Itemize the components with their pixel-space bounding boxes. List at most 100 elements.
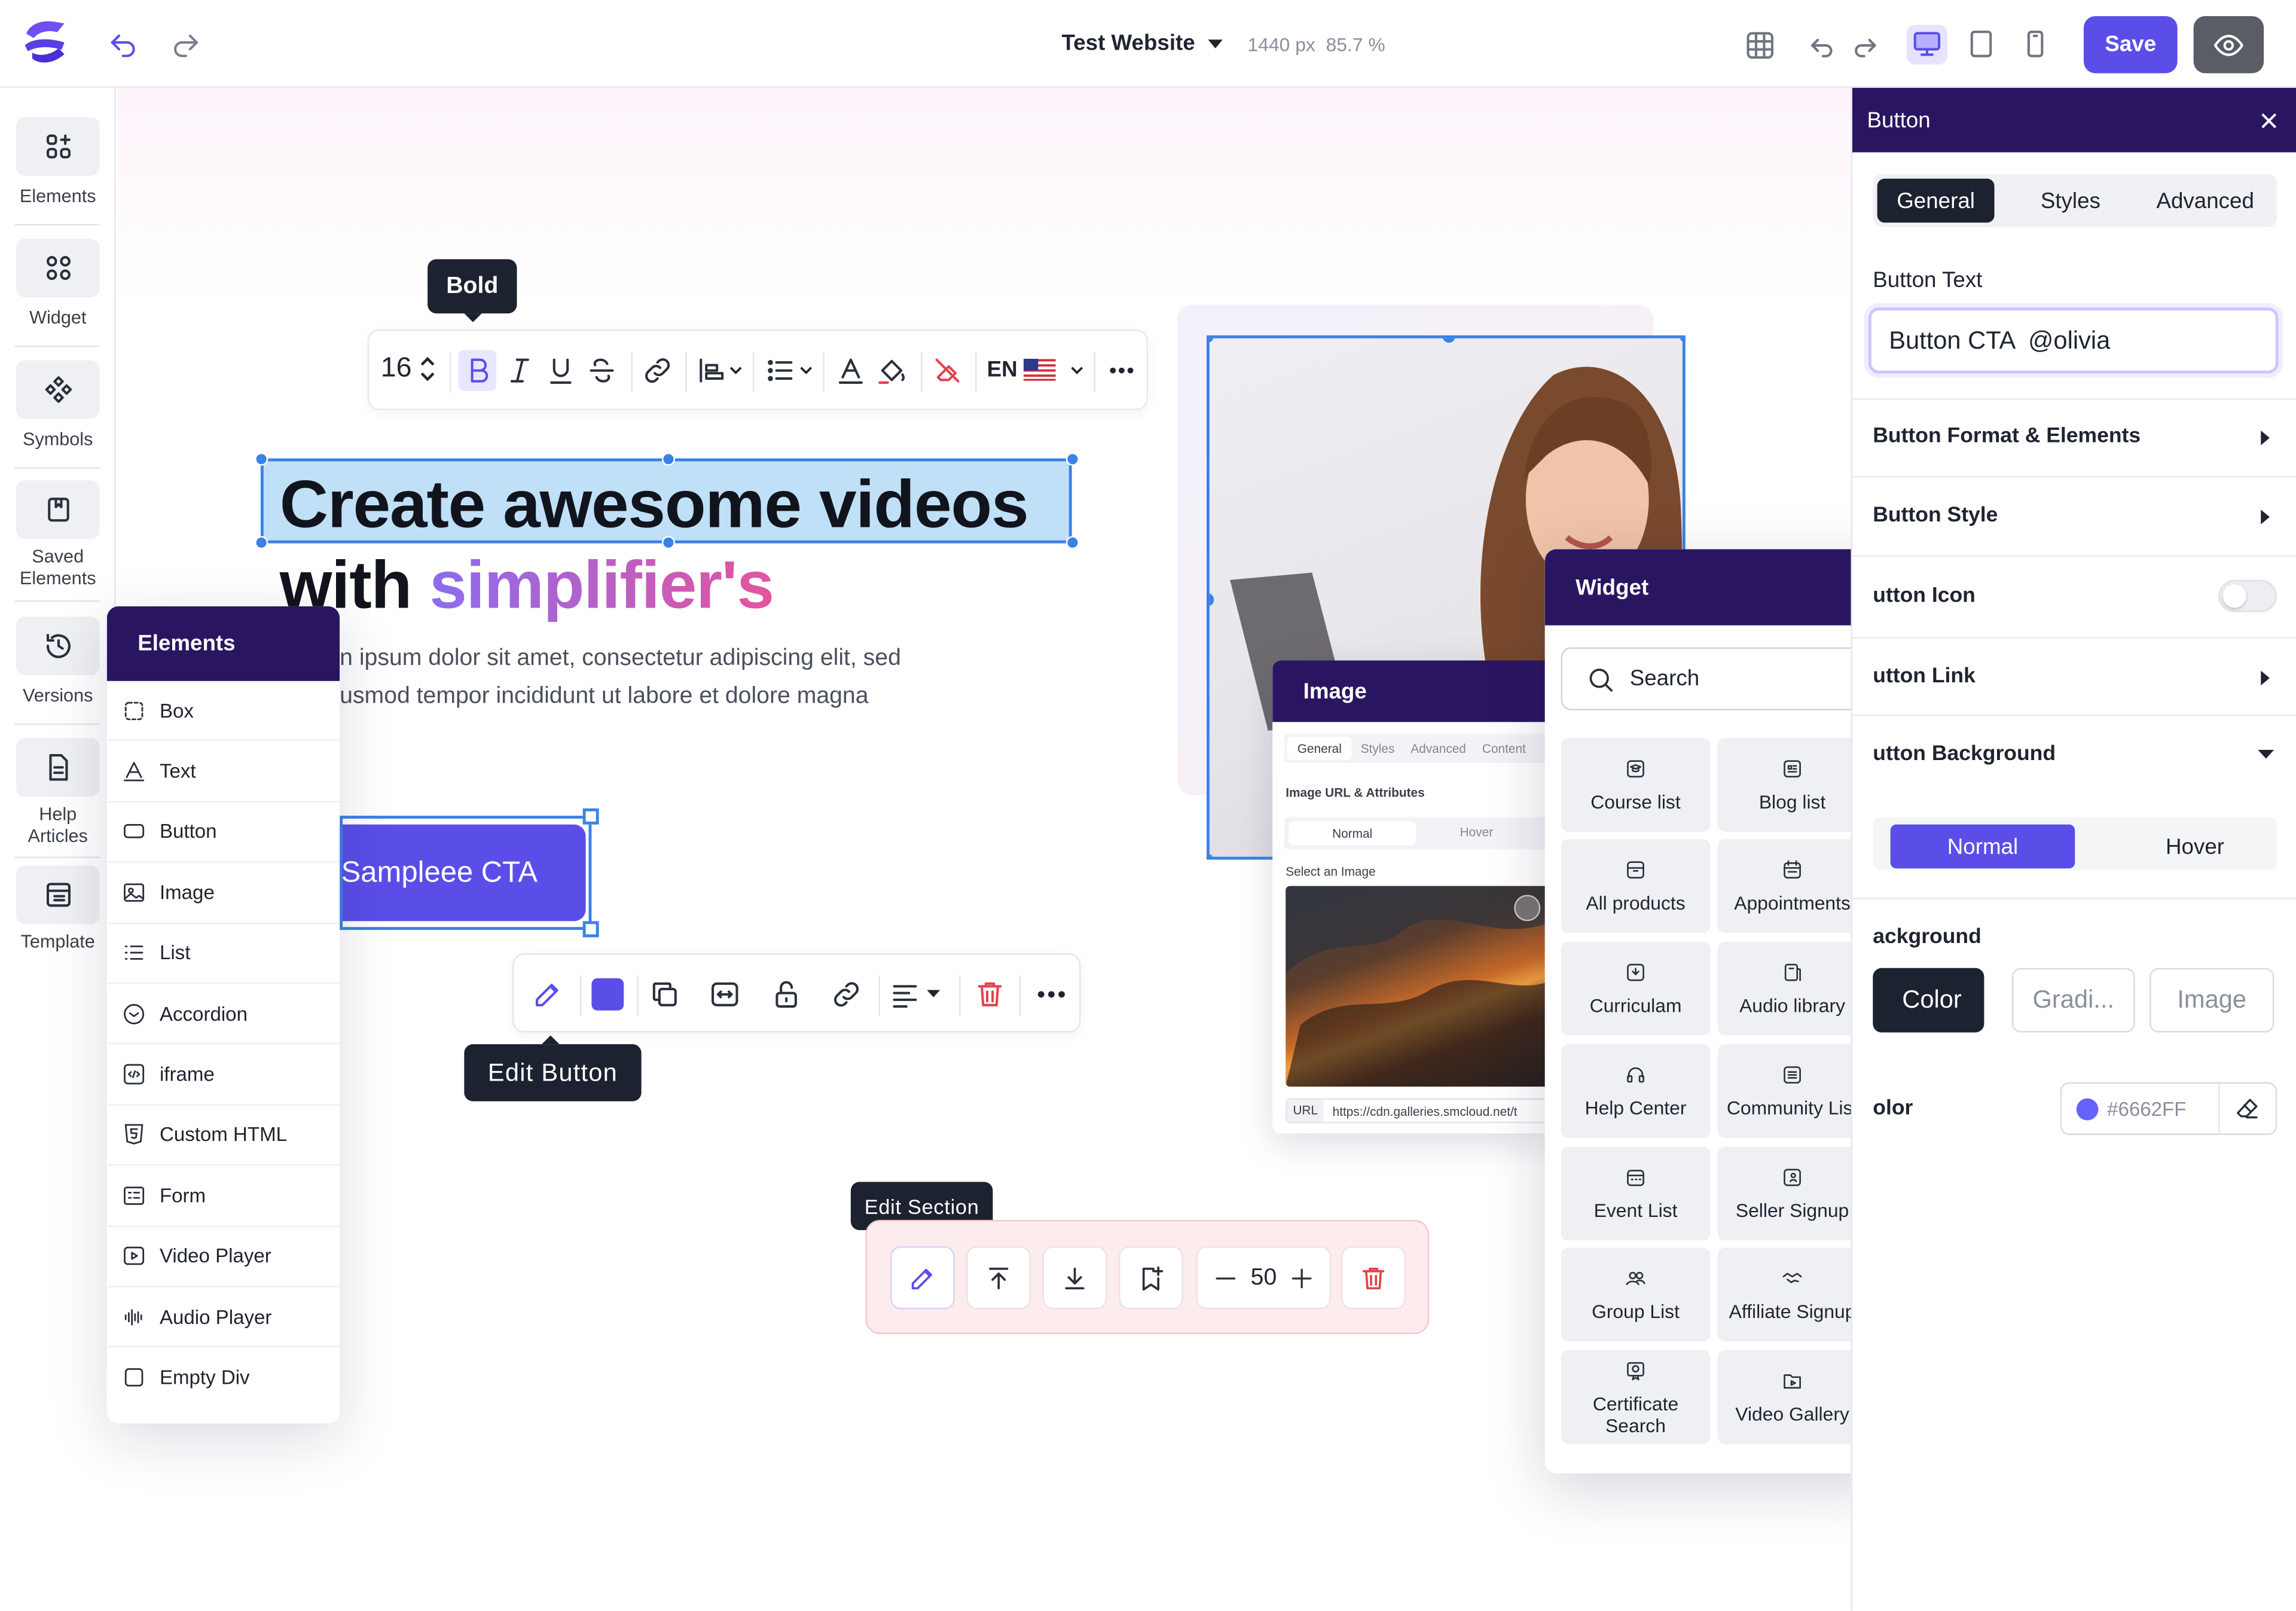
list-icon[interactable] [764,355,796,387]
close-icon[interactable] [2261,113,2277,129]
widget-seller-signup[interactable]: Seller Signup [1717,1146,1867,1241]
tab-content[interactable]: Content [1482,741,1526,755]
tab-general[interactable]: General [1287,736,1352,761]
bg-type-gradient[interactable]: Gradi... [2011,968,2135,1033]
widget-appointments[interactable]: Appointments [1717,839,1867,933]
element-form[interactable]: Form [106,1166,340,1227]
eraser-icon[interactable] [2234,1096,2261,1122]
rail-elements-button[interactable] [16,117,100,176]
state-hover[interactable]: Hover [2122,825,2268,868]
plus-icon[interactable] [1289,1265,1315,1291]
button-text-input[interactable]: Button CTA @olivia [1868,307,2279,374]
tab-styles[interactable]: Styles [2008,179,2134,222]
widget-curriculam[interactable]: Curriculam [1561,941,1711,1036]
element-accordion[interactable]: Accordion [106,984,340,1045]
state-normal[interactable]: Normal [1890,824,2075,869]
widget-all-products[interactable]: All products [1561,839,1711,933]
edit-icon[interactable] [532,978,564,1011]
move-down-button[interactable] [1042,1246,1107,1310]
spacing-stepper[interactable]: 50 [1196,1246,1332,1310]
image-url-field[interactable]: URL https://cdn.galleries.smcloud.net/t [1286,1098,1555,1124]
rail-symbols-button[interactable] [16,360,100,419]
tablet-icon[interactable] [1965,28,1998,60]
headline-line-1[interactable]: Create awesome videos [280,464,1029,543]
clear-format-icon[interactable] [932,355,964,387]
tab-general[interactable]: General [1877,178,1995,223]
close-icon[interactable] [1514,895,1541,922]
paragraph-line-1[interactable]: n ipsum dolor sit amet, consectetur adip… [340,646,901,672]
bg-type-color[interactable]: Color [1873,968,1984,1033]
redo-icon[interactable] [170,26,202,59]
tab-advanced[interactable]: Advanced [1410,741,1466,755]
resize-handle[interactable] [255,452,268,466]
minus-icon[interactable] [1213,1265,1239,1291]
font-size-stepper-icon[interactable] [419,355,436,384]
unlock-icon[interactable] [770,978,802,1011]
chevron-right-icon[interactable] [2261,509,2270,524]
redo-icon[interactable] [1848,29,1880,62]
site-name[interactable]: Test Website [1062,30,1195,56]
tab-styles[interactable]: Styles [1361,741,1395,755]
element-image[interactable]: Image [106,863,340,924]
color-swatch[interactable] [591,978,624,1011]
grid-icon[interactable] [1744,29,1776,62]
element-button[interactable]: Button [106,803,340,863]
section-format-elements[interactable]: Button Format & Elements [1873,425,2141,448]
widget-search-input[interactable]: Search [1561,647,1873,710]
widget-event-list[interactable]: Event List [1561,1146,1711,1241]
widget-help-center[interactable]: Help Center [1561,1044,1711,1138]
chevron-down-icon[interactable] [2258,749,2274,760]
color-input[interactable]: #6662FF [2060,1082,2277,1135]
widget-video-gallery[interactable]: Video Gallery [1717,1350,1867,1444]
strikethrough-icon[interactable] [586,355,618,387]
logo-icon[interactable] [20,14,73,70]
state-hover[interactable]: Hover [1460,825,1494,839]
headline-line-2[interactable]: with simplifier's [280,545,774,624]
chevron-down-icon[interactable] [927,990,941,999]
section-button-style[interactable]: Button Style [1873,504,1998,527]
resize-handle[interactable] [255,536,268,550]
widget-course-list[interactable]: Course list [1561,738,1711,832]
duplicate-icon[interactable] [649,978,681,1011]
widget-certificate-search[interactable]: Certificate Search [1561,1350,1711,1444]
chevron-down-icon[interactable] [1208,39,1223,50]
bold-icon[interactable] [463,355,495,387]
state-normal[interactable]: Normal [1289,821,1416,846]
italic-icon[interactable] [503,355,536,387]
widget-community-list[interactable]: Community List [1717,1044,1867,1138]
preview-button[interactable] [2193,16,2264,74]
move-up-button[interactable] [966,1246,1031,1310]
widget-audio-library[interactable]: Audio library [1717,941,1867,1036]
button-icon-toggle[interactable] [2218,579,2277,612]
widget-affiliate-signup[interactable]: Affiliate Signup [1717,1247,1867,1342]
chevron-down-icon[interactable] [799,366,813,375]
language-code[interactable]: EN [987,358,1018,383]
font-size-value[interactable]: 16 [381,353,412,385]
save-button[interactable]: Save [2083,16,2178,74]
tab-advanced[interactable]: Advanced [2139,179,2271,222]
desktop-icon[interactable] [1911,28,1943,60]
section-button-background[interactable]: utton Background [1873,743,2056,766]
section-edit-button[interactable] [890,1246,955,1310]
chevron-down-icon[interactable] [729,366,743,375]
trash-icon[interactable] [974,978,1006,1011]
rail-saved-button[interactable] [16,480,100,539]
more-icon[interactable] [1037,990,1066,999]
more-icon[interactable] [1109,366,1135,375]
element-list[interactable]: List [106,923,340,984]
widget-blog-list[interactable]: Blog list [1717,738,1867,832]
element-video-player[interactable]: Video Player [106,1226,340,1287]
element-empty-div[interactable]: Empty Div [107,1348,340,1408]
text-color-icon[interactable] [835,355,867,387]
delete-section-button[interactable] [1341,1246,1406,1310]
save-section-button[interactable] [1119,1246,1183,1310]
rail-help-button[interactable] [16,738,100,797]
element-audio-player[interactable]: Audio Player [106,1287,340,1348]
resize-handle[interactable] [582,808,599,825]
width-icon[interactable] [709,978,741,1011]
sunset-clouds-thumbnail[interactable] [1286,886,1550,1087]
chevron-right-icon[interactable] [2261,431,2270,446]
bg-type-image[interactable]: Image [2150,968,2274,1033]
element-box[interactable]: Box [106,681,340,742]
undo-icon[interactable] [1807,29,1839,62]
